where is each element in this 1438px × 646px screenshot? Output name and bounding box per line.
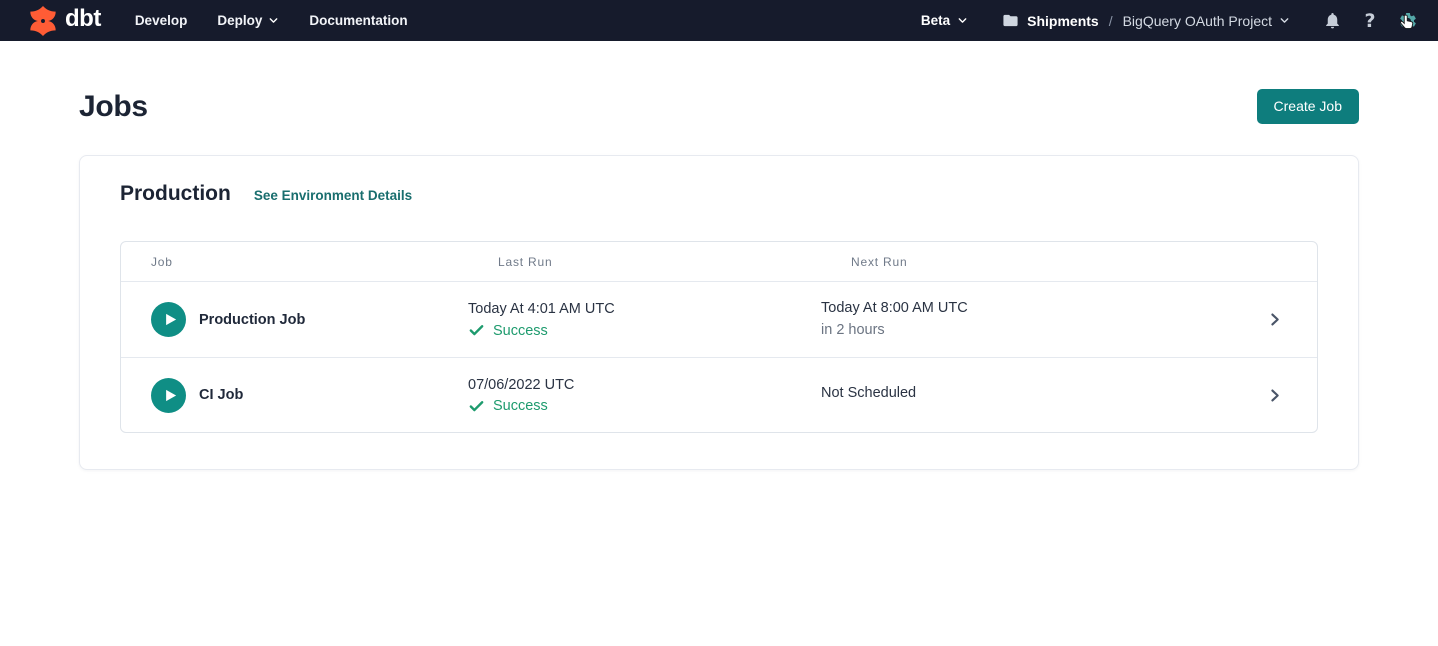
project-name: BigQuery OAuth Project: [1123, 13, 1272, 29]
status-badge: Success: [493, 398, 548, 414]
navbar-right: Beta Shipments / BigQuery OAuth Project …: [921, 9, 1420, 33]
next-run-time: Today At 8:00 AM UTC: [821, 299, 1231, 318]
breadcrumb: Shipments / BigQuery OAuth Project: [1002, 12, 1290, 29]
create-job-button[interactable]: Create Job: [1257, 89, 1359, 124]
bell-icon: [1323, 11, 1342, 30]
chevron-down-icon: [1279, 15, 1290, 26]
next-run-time: Not Scheduled: [821, 384, 1231, 403]
table-row-production-job[interactable]: Production Job Today At 4:01 AM UTC Succ…: [121, 282, 1317, 357]
row-open-button[interactable]: [1231, 387, 1317, 404]
play-icon: [163, 388, 178, 403]
dbt-logo-icon: [28, 6, 58, 36]
job-name: CI Job: [199, 387, 243, 403]
check-icon: [468, 398, 485, 415]
run-job-button[interactable]: [151, 302, 186, 337]
job-name: Production Job: [199, 312, 305, 328]
nav-item-label: Documentation: [309, 13, 407, 28]
run-job-button[interactable]: [151, 378, 186, 413]
nav-item-label: Develop: [135, 13, 188, 28]
chevron-right-icon: [1266, 387, 1283, 404]
brand-name: dbt: [65, 7, 101, 34]
chevron-right-icon: [1266, 311, 1283, 328]
folder-icon: [1002, 12, 1019, 29]
dbt-logo[interactable]: dbt: [28, 6, 101, 36]
job-cell: Production Job: [121, 302, 468, 337]
column-header-last-run: Last Run: [468, 255, 821, 269]
page-title: Jobs: [79, 90, 148, 124]
breadcrumb-separator: /: [1107, 13, 1115, 29]
jobs-table: Job Last Run Next Run Production Job Tod…: [120, 241, 1318, 433]
project-selector[interactable]: BigQuery OAuth Project: [1123, 13, 1290, 29]
next-run-cell: Not Scheduled: [821, 384, 1231, 406]
page-header: Jobs Create Job: [79, 89, 1359, 124]
last-run-time: 07/06/2022 UTC: [468, 376, 821, 395]
row-open-button[interactable]: [1231, 311, 1317, 328]
check-icon: [468, 322, 485, 339]
nav-item-deploy[interactable]: Deploy: [217, 13, 279, 28]
environment-details-link[interactable]: See Environment Details: [254, 188, 412, 203]
environment-header: Production See Environment Details: [120, 182, 1318, 206]
account-name[interactable]: Shipments: [1027, 13, 1099, 29]
next-run-cell: Today At 8:00 AM UTC in 2 hours: [821, 299, 1231, 340]
last-run-cell: Today At 4:01 AM UTC Success: [468, 300, 821, 339]
environment-name: Production: [120, 182, 231, 206]
nav-item-label: Deploy: [217, 13, 262, 28]
top-navbar: dbt Develop Deploy Documentation Beta Sh…: [0, 0, 1438, 41]
column-header-job: Job: [121, 255, 468, 269]
status-line: Success: [468, 398, 821, 415]
settings-button[interactable]: [1396, 9, 1420, 33]
beta-dropdown[interactable]: Beta: [921, 13, 968, 28]
question-mark-icon: ?: [1364, 10, 1375, 32]
table-row-ci-job[interactable]: CI Job 07/06/2022 UTC Success Not Schedu…: [121, 357, 1317, 432]
play-icon: [163, 312, 178, 327]
next-run-relative: in 2 hours: [821, 321, 1231, 340]
main-nav: Develop Deploy Documentation: [135, 13, 408, 28]
chevron-down-icon: [268, 15, 279, 26]
jobs-page: Jobs Create Job Production See Environme…: [0, 89, 1438, 470]
column-header-next-run: Next Run: [821, 255, 1231, 269]
beta-label: Beta: [921, 13, 950, 28]
help-button[interactable]: ?: [1358, 9, 1382, 33]
chevron-down-icon: [957, 15, 968, 26]
gear-icon: [1398, 11, 1418, 31]
last-run-time: Today At 4:01 AM UTC: [468, 300, 821, 319]
last-run-cell: 07/06/2022 UTC Success: [468, 376, 821, 415]
job-cell: CI Job: [121, 378, 468, 413]
environment-card: Production See Environment Details Job L…: [79, 155, 1359, 470]
table-header-row: Job Last Run Next Run: [121, 242, 1317, 282]
nav-item-develop[interactable]: Develop: [135, 13, 188, 28]
status-line: Success: [468, 322, 821, 339]
status-badge: Success: [493, 323, 548, 339]
notifications-button[interactable]: [1320, 9, 1344, 33]
nav-item-documentation[interactable]: Documentation: [309, 13, 407, 28]
